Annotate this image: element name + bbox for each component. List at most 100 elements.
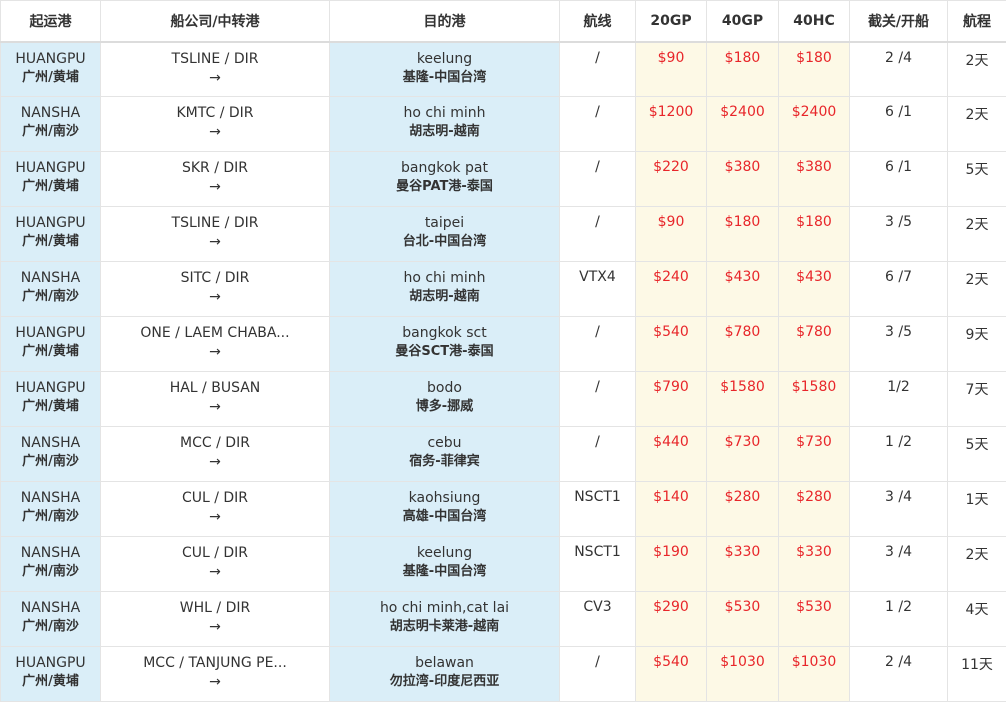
carrier-transit: KMTC / DIR xyxy=(101,104,329,122)
price-20gp: $440 xyxy=(636,427,707,482)
table-row[interactable]: HUANGPU 广州/黄埔 SKR / DIR → bangkok pat 曼谷… xyxy=(1,152,1006,207)
price-20gp: $190 xyxy=(636,537,707,592)
carrier-cell: MCC / TANJUNG PE... → xyxy=(101,647,330,702)
price-40hc: $1580 xyxy=(779,372,850,427)
header-40hc[interactable]: 40HC xyxy=(779,1,850,42)
transit-cell: 5天 xyxy=(948,427,1006,482)
table-row[interactable]: NANSHA 广州/南沙 CUL / DIR → keelung 基隆-中国台湾… xyxy=(1,537,1006,592)
carrier-transit: ONE / LAEM CHABA... xyxy=(101,324,329,342)
carrier-transit: TSLINE / DIR xyxy=(101,214,329,232)
table-row[interactable]: NANSHA 广州/南沙 SITC / DIR → ho chi minh 胡志… xyxy=(1,262,1006,317)
route-cell: / xyxy=(560,647,636,702)
arrow-right-icon: → xyxy=(101,288,329,306)
table-row[interactable]: HUANGPU 广州/黄埔 TSLINE / DIR → taipei 台北-中… xyxy=(1,207,1006,262)
header-origin[interactable]: 起运港 xyxy=(1,1,101,42)
origin-port-en: NANSHA xyxy=(1,599,100,617)
origin-cell: HUANGPU 广州/黄埔 xyxy=(1,42,101,97)
route-cell: CV3 xyxy=(560,592,636,647)
transit-cell: 11天 xyxy=(948,647,1006,702)
transit-cell: 4天 xyxy=(948,592,1006,647)
table-row[interactable]: NANSHA 广州/南沙 WHL / DIR → ho chi minh,cat… xyxy=(1,592,1006,647)
table-row[interactable]: HUANGPU 广州/黄埔 MCC / TANJUNG PE... → bela… xyxy=(1,647,1006,702)
origin-cell: NANSHA 广州/南沙 xyxy=(1,482,101,537)
price-40hc: $180 xyxy=(779,207,850,262)
origin-cell: HUANGPU 广州/黄埔 xyxy=(1,647,101,702)
price-40hc: $2400 xyxy=(779,97,850,152)
price-20gp: $540 xyxy=(636,317,707,372)
header-carrier[interactable]: 船公司/中转港 xyxy=(101,1,330,42)
carrier-cell: ONE / LAEM CHABA... → xyxy=(101,317,330,372)
transit-cell: 2天 xyxy=(948,262,1006,317)
route-cell: NSCT1 xyxy=(560,482,636,537)
header-cutoff[interactable]: 截关/开船 xyxy=(850,1,948,42)
cutoff-cell: 1/2 xyxy=(850,372,948,427)
transit-cell: 2天 xyxy=(948,537,1006,592)
destination-port-cn: 高雄-中国台湾 xyxy=(330,508,559,526)
destination-port-en: taipei xyxy=(330,214,559,232)
carrier-cell: SITC / DIR → xyxy=(101,262,330,317)
route-cell: / xyxy=(560,427,636,482)
carrier-cell: WHL / DIR → xyxy=(101,592,330,647)
price-20gp: $90 xyxy=(636,207,707,262)
price-40hc: $380 xyxy=(779,152,850,207)
header-destination[interactable]: 目的港 xyxy=(330,1,560,42)
freight-rates-table: 起运港 船公司/中转港 目的港 航线 20GP 40GP 40HC 截关/开船 … xyxy=(0,0,1006,702)
carrier-transit: CUL / DIR xyxy=(101,489,329,507)
origin-port-cn: 广州/南沙 xyxy=(1,618,100,636)
destination-port-cn: 胡志明-越南 xyxy=(330,123,559,141)
destination-port-cn: 基隆-中国台湾 xyxy=(330,69,559,87)
price-20gp: $290 xyxy=(636,592,707,647)
destination-port-en: bodo xyxy=(330,379,559,397)
route-cell: / xyxy=(560,207,636,262)
origin-cell: NANSHA 广州/南沙 xyxy=(1,592,101,647)
table-row[interactable]: NANSHA 广州/南沙 KMTC / DIR → ho chi minh 胡志… xyxy=(1,97,1006,152)
price-20gp: $1200 xyxy=(636,97,707,152)
arrow-right-icon: → xyxy=(101,69,329,87)
origin-port-en: HUANGPU xyxy=(1,214,100,232)
origin-port-cn: 广州/黄埔 xyxy=(1,398,100,416)
destination-cell: cebu 宿务-菲律宾 xyxy=(330,427,560,482)
header-transit[interactable]: 航程 xyxy=(948,1,1006,42)
arrow-right-icon: → xyxy=(101,453,329,471)
price-40gp: $730 xyxy=(707,427,779,482)
price-40gp: $330 xyxy=(707,537,779,592)
header-40gp[interactable]: 40GP xyxy=(707,1,779,42)
cutoff-cell: 1 /2 xyxy=(850,592,948,647)
carrier-cell: CUL / DIR → xyxy=(101,482,330,537)
header-20gp[interactable]: 20GP xyxy=(636,1,707,42)
table-row[interactable]: HUANGPU 广州/黄埔 HAL / BUSAN → bodo 博多-挪威 /… xyxy=(1,372,1006,427)
table-row[interactable]: HUANGPU 广州/黄埔 ONE / LAEM CHABA... → bang… xyxy=(1,317,1006,372)
destination-port-cn: 勿拉湾-印度尼西亚 xyxy=(330,673,559,691)
table-row[interactable]: NANSHA 广州/南沙 CUL / DIR → kaohsiung 高雄-中国… xyxy=(1,482,1006,537)
carrier-cell: MCC / DIR → xyxy=(101,427,330,482)
price-20gp: $90 xyxy=(636,42,707,97)
origin-port-cn: 广州/黄埔 xyxy=(1,178,100,196)
destination-port-cn: 宿务-菲律宾 xyxy=(330,453,559,471)
transit-cell: 2天 xyxy=(948,97,1006,152)
origin-port-en: HUANGPU xyxy=(1,654,100,672)
carrier-transit: SKR / DIR xyxy=(101,159,329,177)
arrow-right-icon: → xyxy=(101,123,329,141)
cutoff-cell: 3 /4 xyxy=(850,482,948,537)
header-route[interactable]: 航线 xyxy=(560,1,636,42)
carrier-transit: MCC / TANJUNG PE... xyxy=(101,654,329,672)
carrier-transit: WHL / DIR xyxy=(101,599,329,617)
price-40hc: $530 xyxy=(779,592,850,647)
cutoff-cell: 6 /7 xyxy=(850,262,948,317)
price-40gp: $1580 xyxy=(707,372,779,427)
table-row[interactable]: NANSHA 广州/南沙 MCC / DIR → cebu 宿务-菲律宾 / $… xyxy=(1,427,1006,482)
origin-cell: NANSHA 广州/南沙 xyxy=(1,537,101,592)
price-40gp: $2400 xyxy=(707,97,779,152)
destination-cell: taipei 台北-中国台湾 xyxy=(330,207,560,262)
table-row[interactable]: HUANGPU 广州/黄埔 TSLINE / DIR → keelung 基隆-… xyxy=(1,42,1006,97)
origin-port-en: NANSHA xyxy=(1,104,100,122)
origin-cell: HUANGPU 广州/黄埔 xyxy=(1,152,101,207)
carrier-cell: CUL / DIR → xyxy=(101,537,330,592)
origin-port-cn: 广州/南沙 xyxy=(1,563,100,581)
price-40gp: $780 xyxy=(707,317,779,372)
price-40gp: $530 xyxy=(707,592,779,647)
origin-cell: NANSHA 广州/南沙 xyxy=(1,262,101,317)
destination-port-en: kaohsiung xyxy=(330,489,559,507)
route-cell: / xyxy=(560,42,636,97)
cutoff-cell: 3 /4 xyxy=(850,537,948,592)
